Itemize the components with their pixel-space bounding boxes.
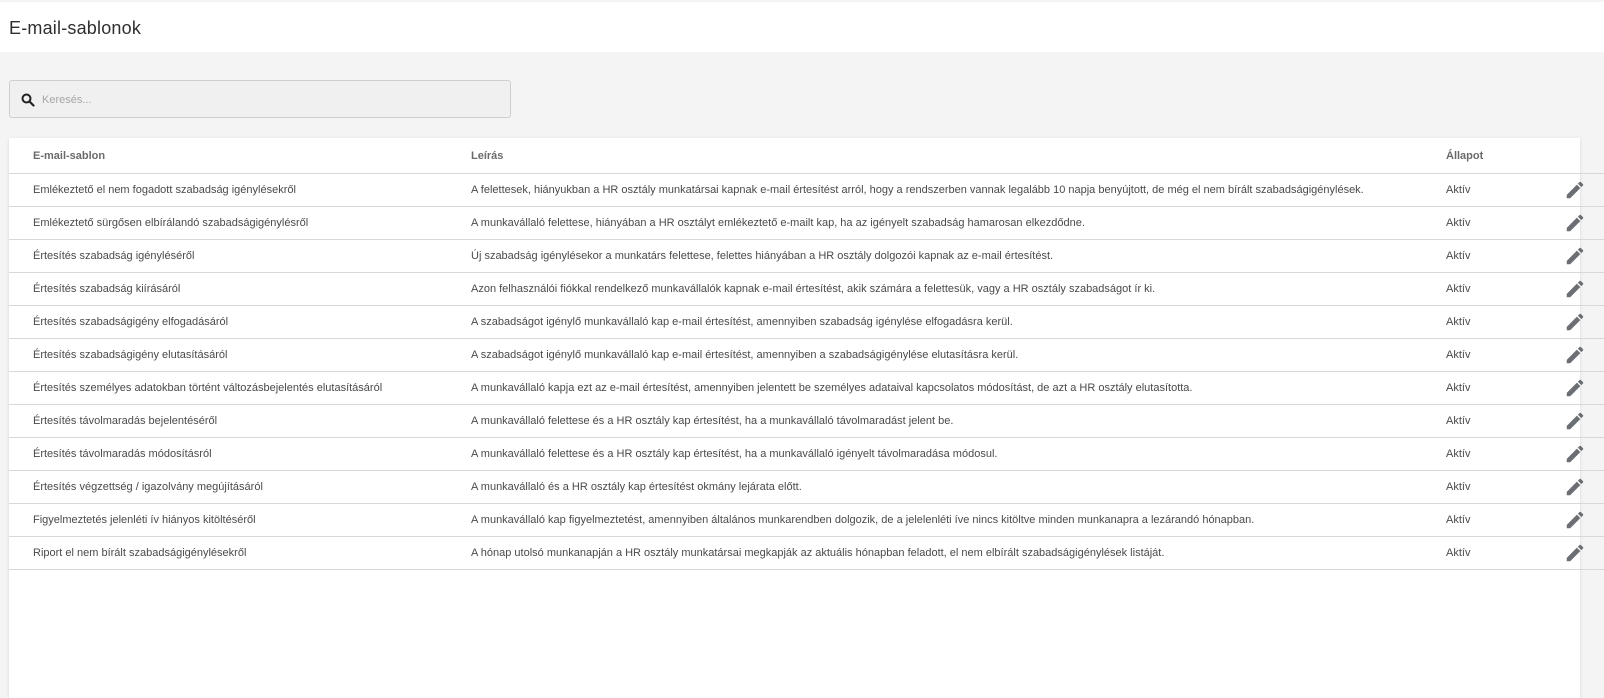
page-header: E-mail-sablonok	[0, 2, 1604, 52]
status-cell: Aktív	[1446, 206, 1556, 240]
description-cell: Azon felhasználói fiókkal rendelkező mun…	[471, 272, 1446, 306]
template-name-cell: Emlékeztető sürgősen elbírálandó szabads…	[9, 206, 471, 240]
status-cell: Aktív	[1446, 173, 1556, 207]
actions-cell	[1556, 272, 1604, 306]
template-name-cell: Értesítés szabadságigény elfogadásáról	[9, 305, 471, 339]
pencil-icon	[1564, 311, 1586, 333]
template-name-cell: Értesítés végzettség / igazolvány megújí…	[9, 470, 471, 504]
pencil-icon	[1564, 443, 1586, 465]
table-row[interactable]: Értesítés távolmaradás módosításról A mun…	[9, 437, 1604, 471]
pencil-icon	[1564, 542, 1586, 564]
template-name-cell: Értesítés szabadság kiírásáról	[9, 272, 471, 306]
template-name-cell: Értesítés személyes adatokban történt vá…	[9, 371, 471, 405]
table-row[interactable]: Emlékeztető el nem fogadott szabadság ig…	[9, 173, 1604, 207]
column-header-description[interactable]: Leírás	[471, 138, 1446, 174]
table-row[interactable]: Emlékeztető sürgősen elbírálandó szabads…	[9, 206, 1604, 240]
page-title: E-mail-sablonok	[9, 18, 142, 38]
status-cell: Aktív	[1446, 404, 1556, 438]
description-cell: A munkavállaló kap figyelmeztetést, amen…	[471, 503, 1446, 537]
status-cell: Aktív	[1446, 305, 1556, 339]
table-row[interactable]: Értesítés szabadságigény elutasításáról A…	[9, 338, 1604, 372]
column-header-status[interactable]: Állapot	[1446, 138, 1556, 174]
status-cell: Aktív	[1446, 239, 1556, 273]
status-cell: Aktív	[1446, 272, 1556, 306]
pencil-icon	[1564, 179, 1586, 201]
template-name-cell: Riport el nem bírált szabadságigénylések…	[9, 536, 471, 570]
description-cell: A felettesek, hiányukban a HR osztály mu…	[471, 173, 1446, 207]
edit-button[interactable]	[1564, 179, 1586, 201]
status-cell: Aktív	[1446, 536, 1556, 570]
actions-cell	[1556, 536, 1604, 570]
column-header-template[interactable]: E-mail-sablon	[9, 138, 471, 174]
edit-button[interactable]	[1564, 278, 1586, 300]
description-cell: A munkavállaló kapja ezt az e-mail értes…	[471, 371, 1446, 405]
template-name-cell: Emlékeztető el nem fogadott szabadság ig…	[9, 173, 471, 207]
template-name-cell: Figyelmeztetés jelenléti ív hiányos kitö…	[9, 503, 471, 537]
pencil-icon	[1564, 476, 1586, 498]
edit-button[interactable]	[1564, 344, 1586, 366]
status-cell: Aktív	[1446, 503, 1556, 537]
table-row[interactable]: Értesítés személyes adatokban történt vá…	[9, 371, 1604, 405]
status-cell: Aktív	[1446, 437, 1556, 471]
pencil-icon	[1564, 344, 1586, 366]
actions-cell	[1556, 371, 1604, 405]
table-header-row: E-mail-sablon Leírás Állapot	[9, 138, 1604, 174]
description-cell: A munkavállaló felettese és a HR osztály…	[471, 437, 1446, 471]
pencil-icon	[1564, 509, 1586, 531]
actions-cell	[1556, 305, 1604, 339]
table-row[interactable]: Értesítés szabadságigény elfogadásáról A …	[9, 305, 1604, 339]
table-row[interactable]: Figyelmeztetés jelenléti ív hiányos kitö…	[9, 503, 1604, 537]
edit-button[interactable]	[1564, 443, 1586, 465]
status-cell: Aktív	[1446, 470, 1556, 504]
table-row[interactable]: Értesítés végzettség / igazolvány megújí…	[9, 470, 1604, 504]
edit-button[interactable]	[1564, 377, 1586, 399]
pencil-icon	[1564, 377, 1586, 399]
actions-cell	[1556, 239, 1604, 273]
pencil-icon	[1564, 245, 1586, 267]
edit-button[interactable]	[1564, 410, 1586, 432]
edit-button[interactable]	[1564, 476, 1586, 498]
edit-button[interactable]	[1564, 311, 1586, 333]
search-box[interactable]	[9, 80, 511, 118]
template-name-cell: Értesítés szabadságigény elutasításáról	[9, 338, 471, 372]
actions-cell	[1556, 437, 1604, 471]
description-cell: A munkavállaló felettese és a HR osztály…	[471, 404, 1446, 438]
table-row[interactable]: Értesítés távolmaradás bejelentéséről A m…	[9, 404, 1604, 438]
template-name-cell: Értesítés szabadság igényléséről	[9, 239, 471, 273]
pencil-icon	[1564, 212, 1586, 234]
template-name-cell: Értesítés távolmaradás módosításról	[9, 437, 471, 471]
table-row[interactable]: Értesítés szabadság kiírásáról Azon felha…	[9, 272, 1604, 306]
table-row[interactable]: Riport el nem bírált szabadságigénylések…	[9, 536, 1604, 570]
status-cell: Aktív	[1446, 338, 1556, 372]
status-cell: Aktív	[1446, 371, 1556, 405]
actions-cell	[1556, 503, 1604, 537]
actions-cell	[1556, 338, 1604, 372]
table-row[interactable]: Értesítés szabadság igényléséről Új szaba…	[9, 239, 1604, 273]
actions-cell	[1556, 206, 1604, 240]
pencil-icon	[1564, 410, 1586, 432]
actions-cell	[1556, 404, 1604, 438]
actions-cell	[1556, 173, 1604, 207]
edit-button[interactable]	[1564, 245, 1586, 267]
description-cell: A szabadságot igénylő munkavállaló kap e…	[471, 305, 1446, 339]
templates-table-card: E-mail-sablon Leírás Állapot Emlékeztető…	[9, 138, 1604, 698]
template-name-cell: Értesítés távolmaradás bejelentéséről	[9, 404, 471, 438]
description-cell: A munkavállaló felettese, hiányában a HR…	[471, 206, 1446, 240]
actions-cell	[1556, 470, 1604, 504]
column-header-actions	[1556, 138, 1604, 174]
edit-button[interactable]	[1564, 212, 1586, 234]
search-input[interactable]	[40, 89, 484, 111]
pencil-icon	[1564, 278, 1586, 300]
edit-button[interactable]	[1564, 509, 1586, 531]
description-cell: A hónap utolsó munkanapján a HR osztály …	[471, 536, 1446, 570]
description-cell: Új szabadság igénylésekor a munkatárs fe…	[471, 239, 1446, 273]
templates-table: E-mail-sablon Leírás Állapot Emlékeztető…	[9, 138, 1604, 570]
description-cell: A szabadságot igénylő munkavállaló kap e…	[471, 338, 1446, 372]
table-body: Emlékeztető el nem fogadott szabadság ig…	[9, 173, 1604, 570]
search-icon	[21, 93, 35, 107]
edit-button[interactable]	[1564, 542, 1586, 564]
description-cell: A munkavállaló és a HR osztály kap értes…	[471, 470, 1446, 504]
